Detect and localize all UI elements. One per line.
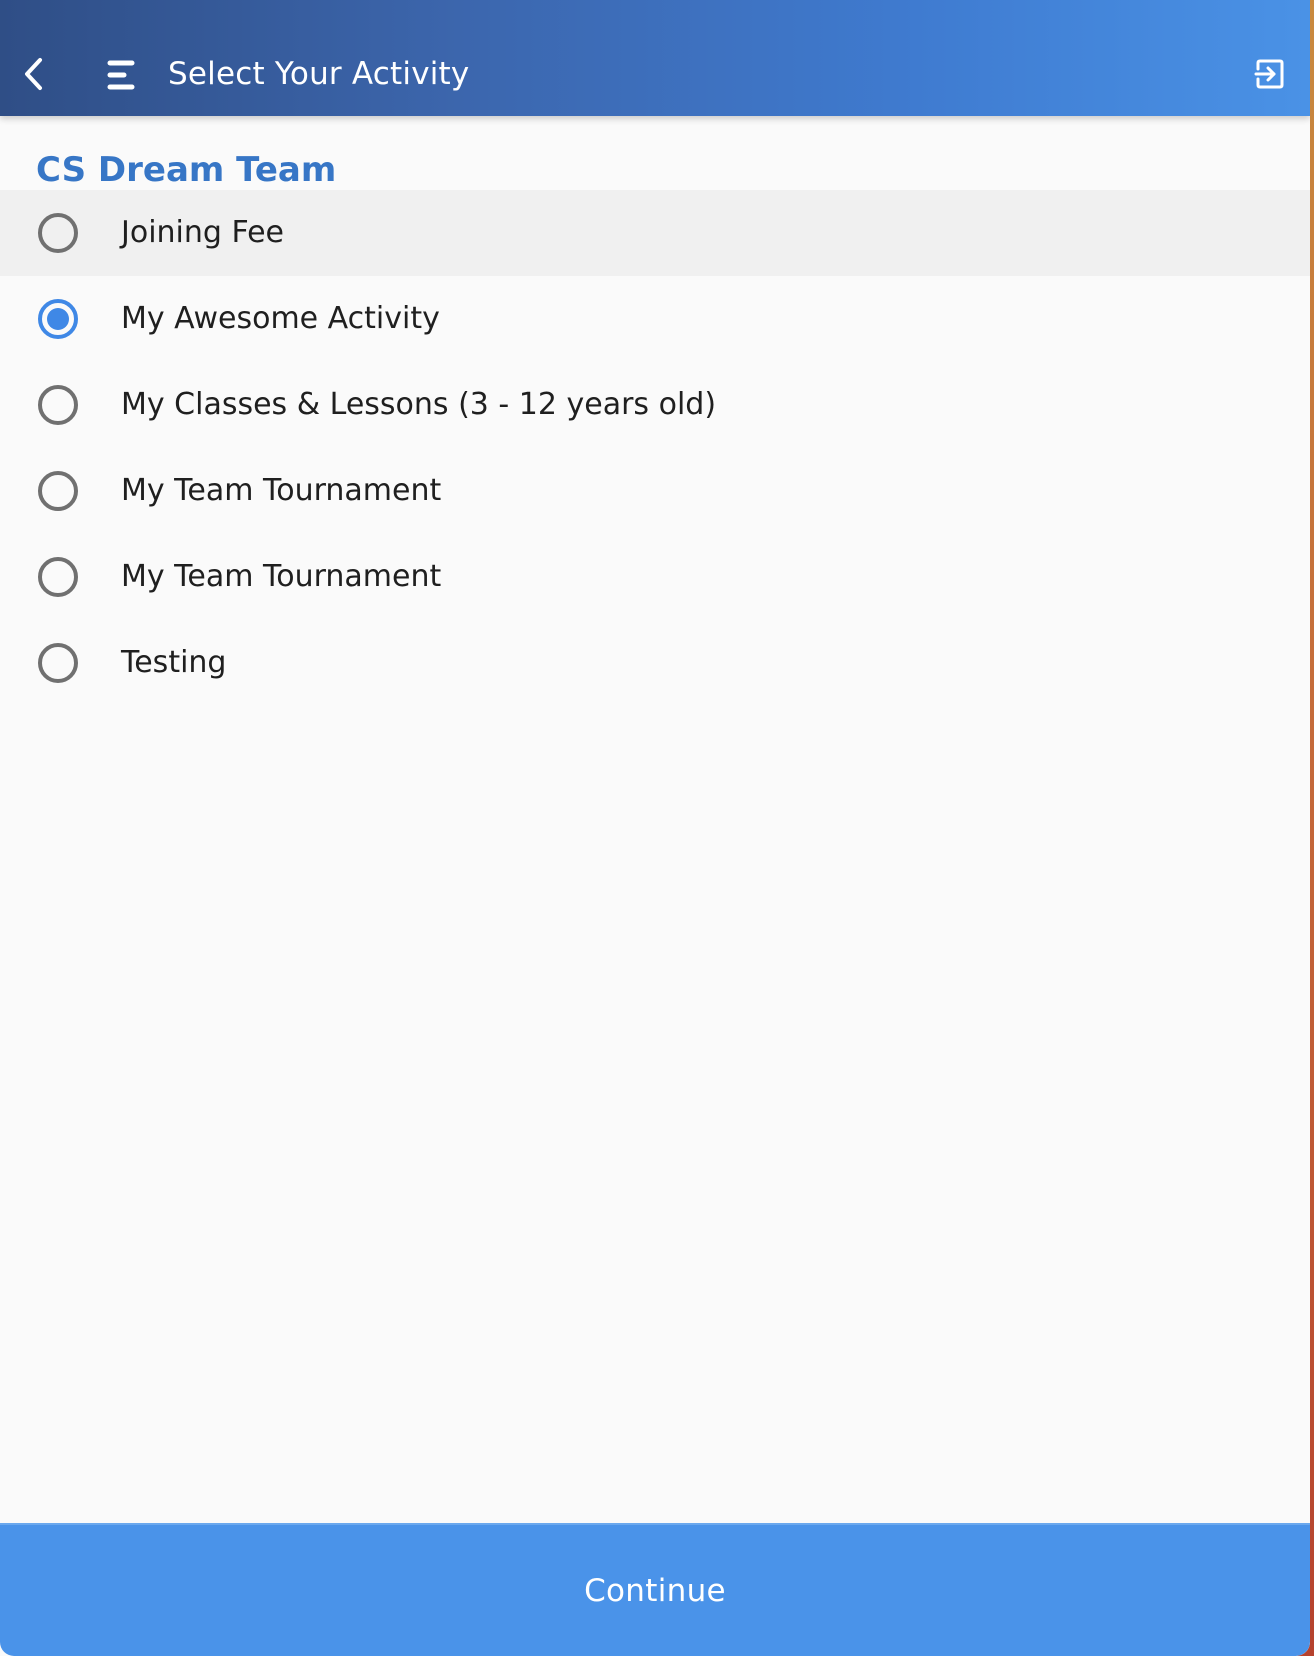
activity-label: My Awesome Activity <box>121 301 440 336</box>
exit-icon <box>1254 59 1284 89</box>
activity-label: Testing <box>121 645 227 680</box>
activity-label: My Team Tournament <box>121 473 442 508</box>
radio-dot <box>47 308 69 330</box>
activity-label: My Team Tournament <box>121 559 442 594</box>
activity-list: Joining Fee My Awesome Activity My Class… <box>0 190 1310 706</box>
continue-label: Continue <box>584 1572 726 1609</box>
exit-button[interactable] <box>1250 52 1290 96</box>
activity-option[interactable]: Testing <box>0 620 1310 706</box>
radio-button[interactable] <box>38 471 78 511</box>
radio-button[interactable] <box>38 643 78 683</box>
app-header: Select Your Activity <box>0 0 1310 116</box>
activity-option[interactable]: My Classes & Lessons (3 - 12 years old) <box>0 362 1310 448</box>
menu-icon <box>107 60 135 90</box>
radio-button[interactable] <box>38 385 78 425</box>
activity-option[interactable]: Joining Fee <box>0 190 1310 276</box>
organization-name: CS Dream Team <box>36 150 337 190</box>
continue-button[interactable]: Continue <box>0 1523 1310 1656</box>
menu-button[interactable] <box>100 50 144 100</box>
radio-button[interactable] <box>38 557 78 597</box>
activity-option[interactable]: My Awesome Activity <box>0 276 1310 362</box>
activity-option[interactable]: My Team Tournament <box>0 448 1310 534</box>
page-title: Select Your Activity <box>168 56 470 92</box>
radio-button[interactable] <box>38 213 78 253</box>
radio-button[interactable] <box>38 299 78 339</box>
app-window: Select Your Activity CS Dream Team Joini… <box>0 0 1310 1656</box>
activity-option[interactable]: My Team Tournament <box>0 534 1310 620</box>
activity-label: My Classes & Lessons (3 - 12 years old) <box>121 387 717 422</box>
chevron-left-icon <box>25 58 42 90</box>
activity-label: Joining Fee <box>121 215 285 250</box>
back-button[interactable] <box>14 46 54 102</box>
